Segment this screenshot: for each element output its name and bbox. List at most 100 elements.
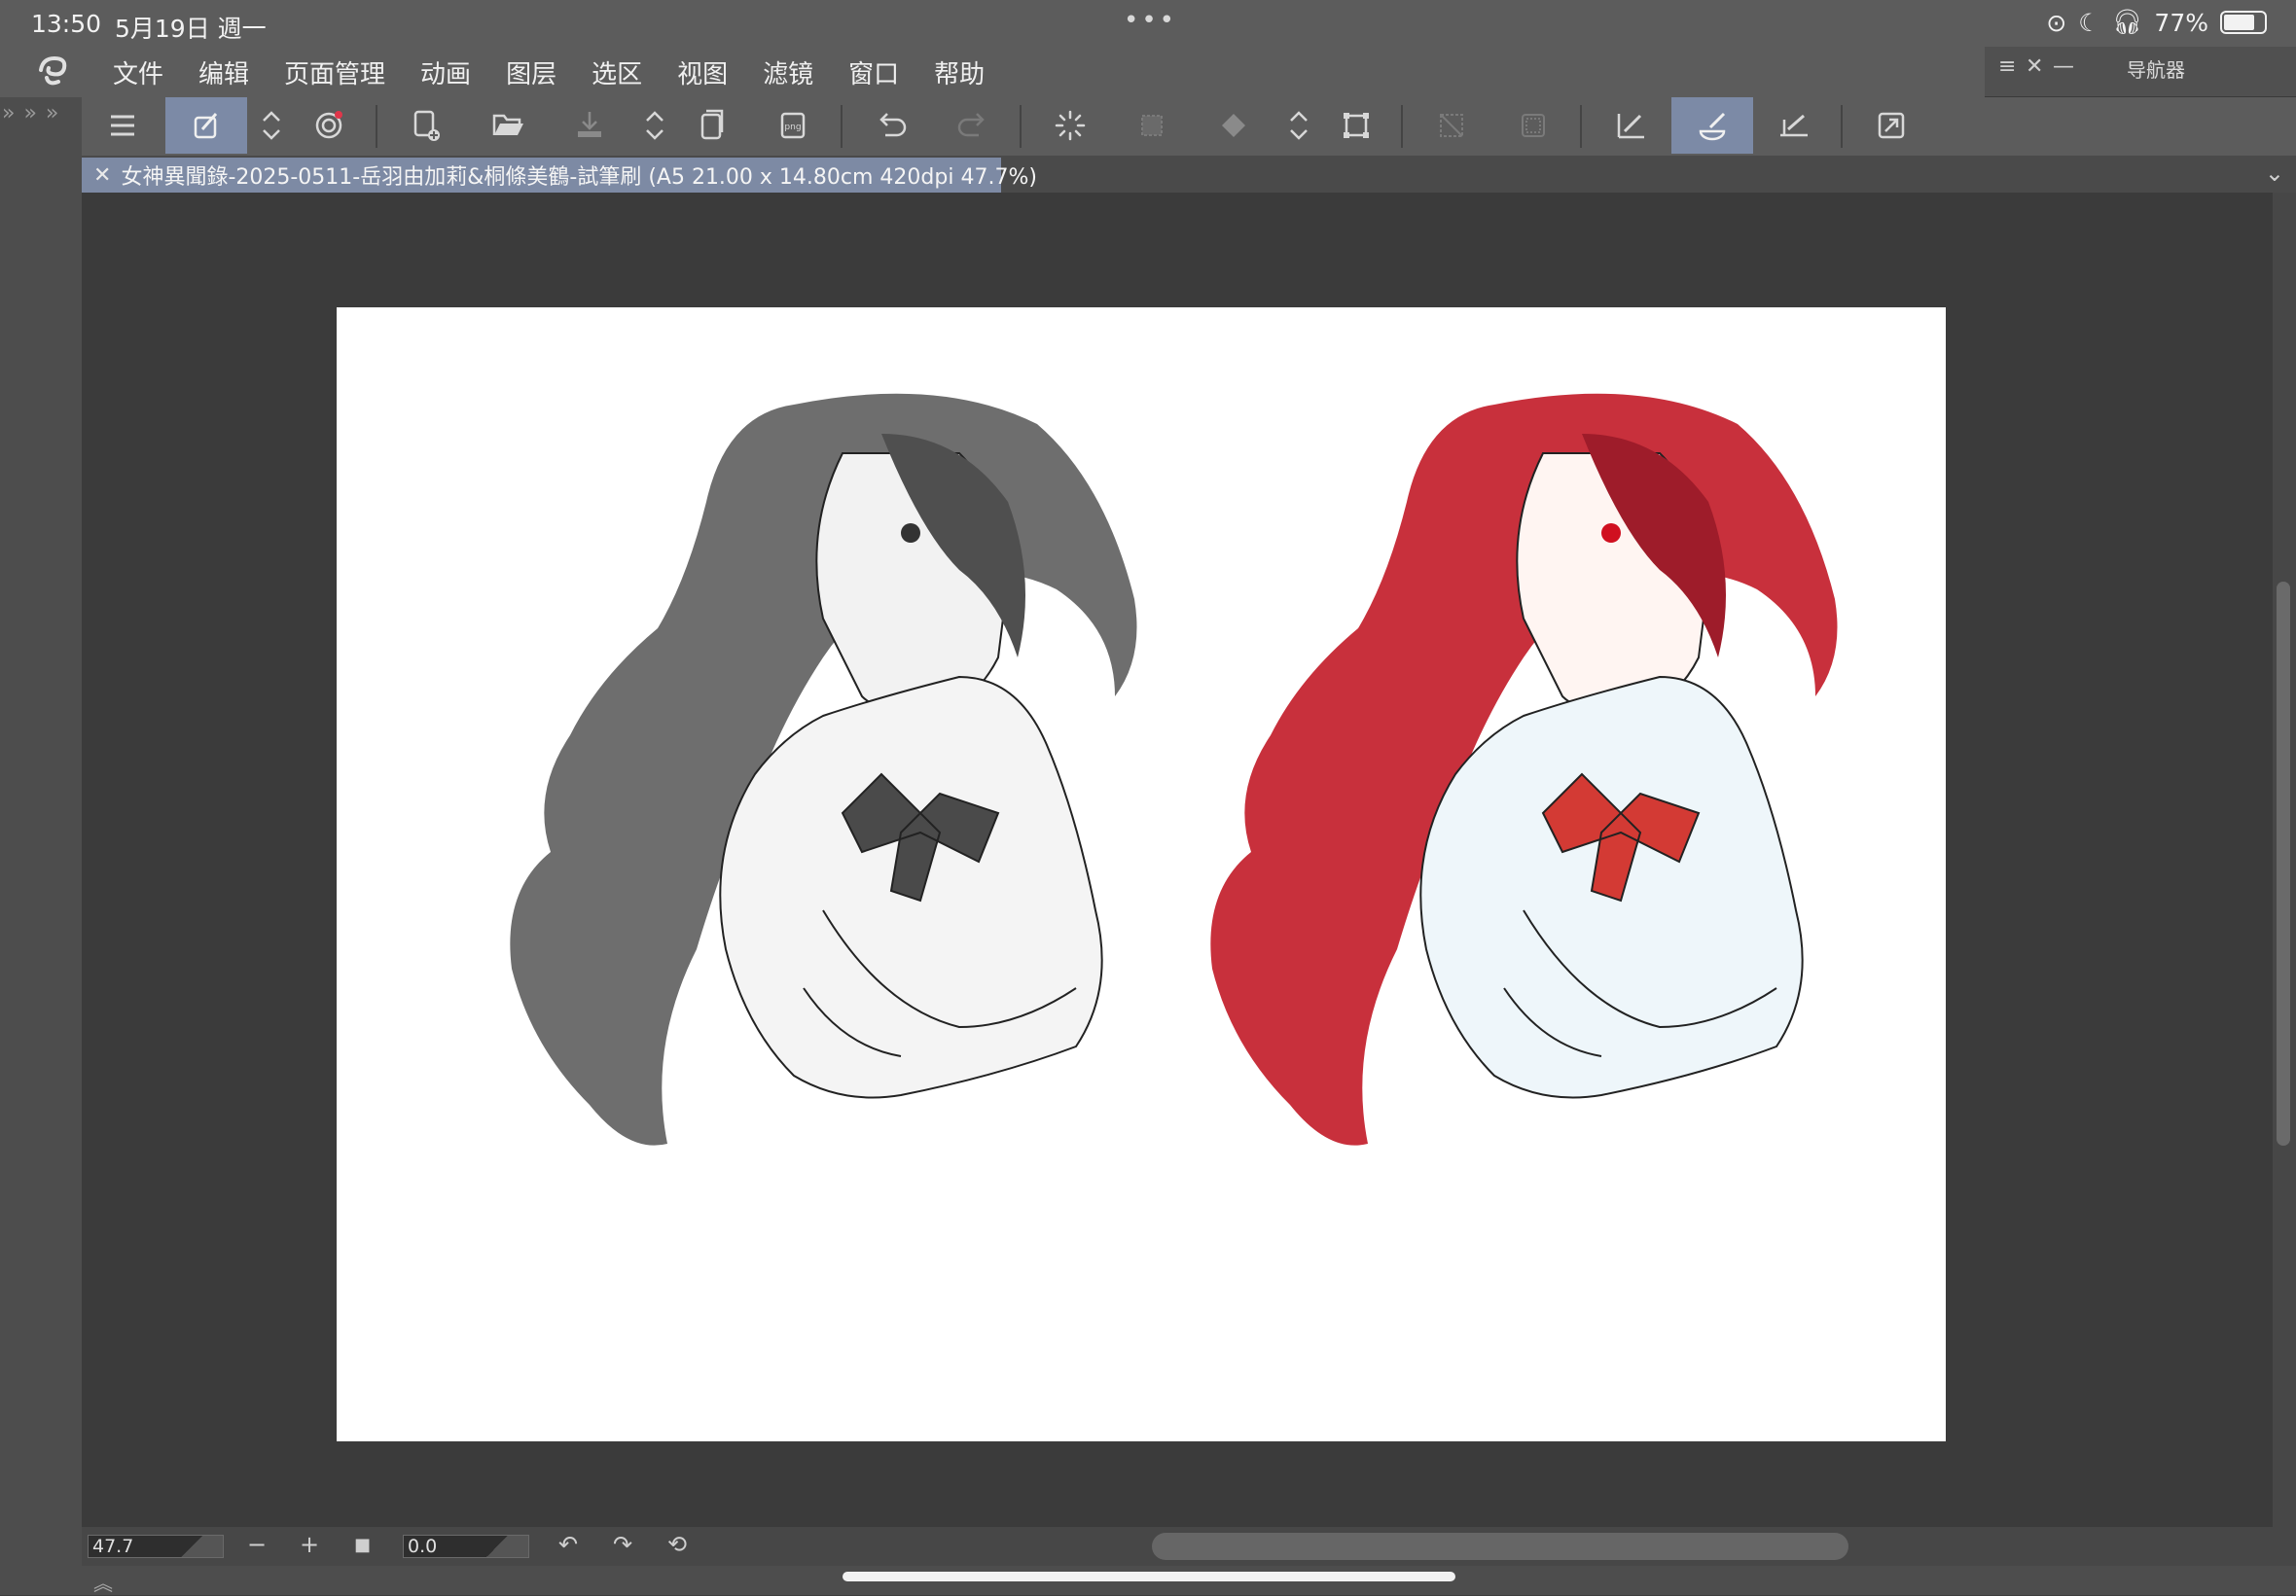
battery-fill	[2224, 15, 2254, 30]
toolbar-separator	[1020, 105, 1022, 148]
brush-button[interactable]	[1671, 97, 1753, 154]
export-png-button[interactable]: png	[753, 97, 835, 154]
hamburger-menu-icon	[111, 115, 134, 136]
menu-item-8[interactable]: 窗口	[848, 54, 915, 90]
fill-icon	[1222, 114, 1245, 137]
menu-item-3[interactable]: 动画	[420, 54, 486, 90]
rotate-left-icon[interactable]: ↶	[558, 1531, 578, 1558]
ruler-button[interactable]	[1590, 97, 1671, 154]
redo-icon	[957, 113, 985, 137]
smart-pen-button[interactable]	[165, 97, 247, 154]
menu-item-2[interactable]: 页面管理	[284, 54, 401, 90]
chevron-down-icon[interactable]: ⌄	[2265, 160, 2284, 187]
menu-items: 文件 编辑 页面管理 动画 图层 选区 视图 滤镜 窗口 帮助	[113, 54, 1020, 90]
menu-item-6[interactable]: 视图	[677, 54, 743, 90]
zoom-slider[interactable]	[161, 1536, 223, 1557]
zoom-value: 47.7	[92, 1536, 134, 1557]
export-layers-button[interactable]	[671, 97, 753, 154]
updown-toggle-icon	[1290, 111, 1308, 140]
home-indicator[interactable]	[843, 1572, 1455, 1581]
menu-item-5[interactable]: 选区	[592, 54, 658, 90]
fullscreen-button[interactable]	[1850, 97, 1932, 154]
save-button[interactable]	[549, 97, 630, 154]
menu-item-0[interactable]: 文件	[113, 54, 179, 90]
panel-close-icon[interactable]: ✕	[2026, 54, 2043, 79]
ruler-icon	[1617, 114, 1644, 139]
status-date: 5月19日 週一	[115, 15, 267, 43]
status-time: 13:50	[31, 10, 102, 38]
select-layer-button[interactable]	[1111, 97, 1193, 154]
ruler-line-button[interactable]	[1753, 97, 1835, 154]
select-layer-icon	[1141, 115, 1163, 136]
expand-dock-icon[interactable]: » » »	[2, 101, 59, 125]
clip-studio-logo-icon[interactable]	[33, 53, 72, 91]
export-png-icon: png	[780, 112, 806, 139]
smart-pen-icon	[194, 113, 218, 139]
horizontal-scroll-thumb[interactable]	[1152, 1533, 1848, 1560]
svg-text:png: png	[784, 123, 801, 132]
zoom-field[interactable]: 47.7	[88, 1535, 224, 1558]
battery-icon	[2220, 11, 2267, 34]
vertical-scroll-thumb[interactable]	[2277, 582, 2290, 1146]
toolbar-separator	[376, 105, 377, 148]
undo-icon	[879, 113, 907, 137]
menu-item-9[interactable]: 帮助	[934, 54, 1000, 90]
updown-toggle-icon	[263, 111, 280, 140]
ruler-line-icon	[1780, 114, 1808, 137]
colored-figure	[1210, 393, 1838, 1146]
updown-toggle-icon	[646, 111, 664, 140]
vertical-scrollbar[interactable]	[2273, 193, 2296, 1527]
toolbar-separator	[1401, 105, 1403, 148]
rotation-field[interactable]: 0.0	[403, 1535, 529, 1558]
open-file-button[interactable]	[467, 97, 549, 154]
menu-bar: 文件 编辑 页面管理 动画 图层 选区 视图 滤镜 窗口 帮助	[0, 47, 2296, 97]
fill-button[interactable]	[1193, 97, 1274, 154]
canvas-page[interactable]	[337, 307, 1946, 1441]
artwork-illustration	[510, 393, 1838, 1146]
new-canvas-icon	[413, 110, 440, 141]
settings-spiral-button[interactable]	[288, 97, 370, 154]
navigator-panel: ≡ ✕ — 导航器	[1985, 47, 2296, 97]
menu-item-4[interactable]: 图层	[506, 54, 572, 90]
menu-item-7[interactable]: 滤镜	[763, 54, 829, 90]
rotate-right-icon[interactable]: ↷	[613, 1531, 632, 1558]
open-folder-icon	[492, 114, 523, 135]
redo-button[interactable]	[932, 97, 1014, 154]
canvas-area[interactable]	[82, 193, 2273, 1527]
fit-icon[interactable]: ■	[354, 1535, 371, 1555]
undo-button[interactable]	[850, 97, 932, 154]
fullscreen-icon	[1878, 112, 1905, 139]
toolbar-separator	[841, 105, 843, 148]
hamburger-menu-button[interactable]	[82, 97, 163, 154]
grayscale-figure	[510, 393, 1137, 1146]
zoom-out-icon[interactable]: −	[247, 1531, 267, 1558]
footer: ︽	[0, 1566, 2296, 1595]
zoom-in-icon[interactable]: +	[300, 1531, 319, 1558]
rotation-slider[interactable]	[466, 1536, 528, 1557]
rotation-value: 0.0	[408, 1536, 438, 1557]
panel-minimize-icon[interactable]: —	[2053, 54, 2074, 79]
left-dock-strip: » » »	[0, 97, 82, 1595]
reset-rotation-icon[interactable]: ⟲	[667, 1531, 687, 1558]
save-icon	[578, 112, 601, 137]
expand-up-icon[interactable]: ︽	[93, 1568, 113, 1596]
multitask-dots[interactable]: •••	[1124, 6, 1177, 35]
loading-button[interactable]	[1029, 97, 1111, 154]
new-canvas-button[interactable]	[385, 97, 467, 154]
transform-button[interactable]	[1315, 97, 1397, 154]
deselect-button[interactable]	[1411, 97, 1492, 154]
battery-percent: 77%	[2154, 8, 2208, 37]
brush-icon	[1699, 112, 1726, 141]
select-border-button[interactable]	[1492, 97, 1574, 154]
headphones-icon: 🎧︎	[2111, 8, 2143, 36]
loading-spinner-icon	[1055, 110, 1086, 141]
panel-menu-icon[interactable]: ≡	[1998, 54, 2016, 79]
toolbar-separator	[1580, 105, 1582, 148]
status-indicators: ⊙ ☾ 🎧︎ 77%	[2046, 8, 2267, 37]
deselect-icon	[1440, 114, 1463, 137]
menu-item-1[interactable]: 编辑	[198, 54, 265, 90]
command-bar: png	[82, 97, 2296, 156]
settings-spiral-icon	[315, 111, 342, 139]
document-tab[interactable]: ✕ 女神異聞錄-2025-0511-岳羽由加莉&桐條美鶴-試筆刷 (A5 21.…	[82, 158, 1037, 193]
close-tab-icon[interactable]: ✕	[93, 163, 111, 188]
